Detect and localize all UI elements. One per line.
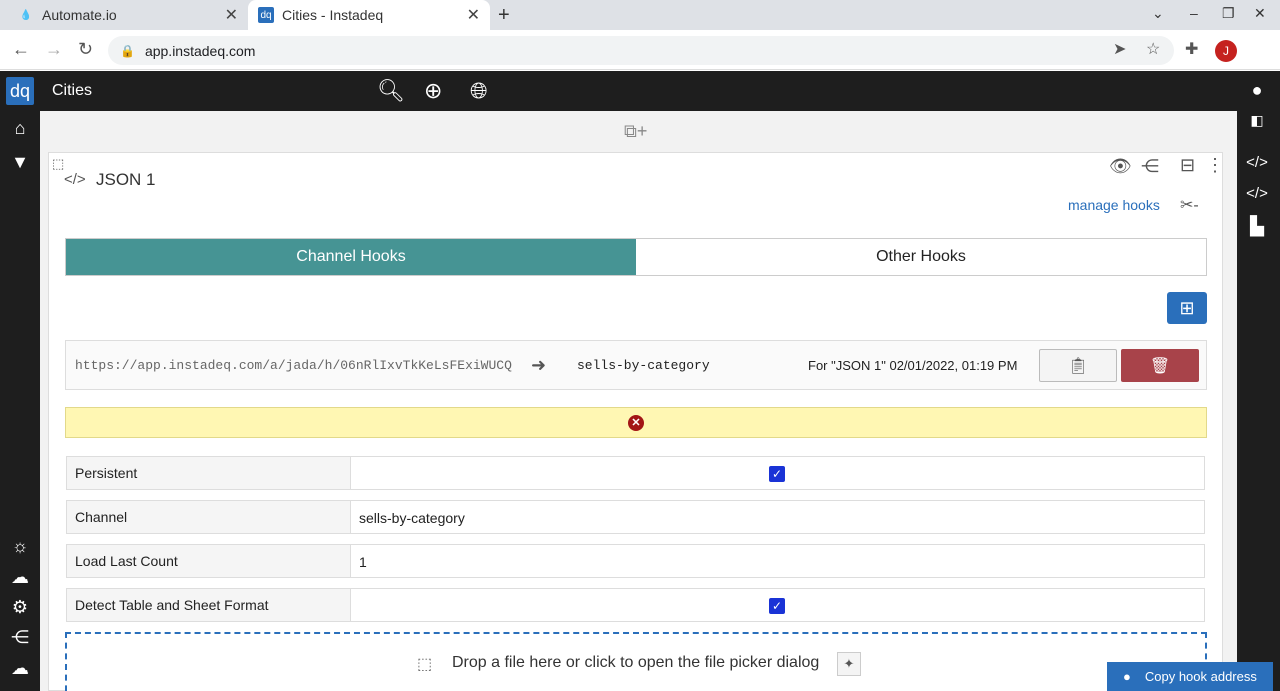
drop-icon: ● <box>1123 669 1131 684</box>
send-icon[interactable]: ➤ <box>1113 39 1126 59</box>
hook-url: https://app.instadeq.com/a/jada/h/06nRlI… <box>75 358 512 373</box>
browser-tab-title: Cities - Instadeq <box>282 7 384 23</box>
file-drop-icon: ⬚ <box>417 656 433 673</box>
restore-icon[interactable]: ❐ <box>1222 5 1235 22</box>
bar-chart-icon[interactable]: ▙ <box>1237 216 1277 237</box>
tools-icon[interactable]: ✂- <box>1180 195 1199 215</box>
copy-hook-address-label: Copy hook address <box>1144 669 1257 684</box>
user-icon[interactable]: ● <box>1237 80 1277 101</box>
arrow-right-icon: ➜ <box>531 355 547 375</box>
drop-icon: 💧 <box>19 9 33 21</box>
back-icon[interactable]: ← <box>12 39 30 60</box>
copy-hook-button[interactable]: 📋︎ <box>1039 349 1117 382</box>
magic-wand-button[interactable]: ✦ <box>837 652 861 676</box>
collapse-panel-icon[interactable]: ◧ <box>1237 112 1277 129</box>
share-icon[interactable]: ⋲ <box>1141 156 1159 177</box>
more-vertical-icon[interactable]: ⋮ <box>1206 155 1224 176</box>
file-dropzone[interactable]: ⬚ Drop a file here or click to open the … <box>65 632 1207 691</box>
share-icon[interactable]: ⋲ <box>0 627 40 648</box>
persistent-label: Persistent <box>67 457 351 489</box>
url-field[interactable]: 🔒 app.instadeq.com <box>108 36 1174 65</box>
eye-icon[interactable]: 👁︎ <box>1109 156 1132 177</box>
clipboard-icon: 📋︎ <box>1067 357 1089 375</box>
new-tab-icon[interactable]: + <box>498 4 510 27</box>
detach-icon[interactable]: ⬚ <box>52 156 64 172</box>
close-icon[interactable]: ✕ <box>467 5 480 25</box>
code-icon[interactable]: </> <box>1237 154 1277 171</box>
page-title: Cities <box>52 82 93 99</box>
minimize-panel-icon[interactable]: ⊟ <box>1180 155 1195 176</box>
browser-tab-title: Automate.io <box>42 7 117 23</box>
app-top-bar <box>40 71 1237 111</box>
code-icon[interactable]: </> <box>1237 185 1277 202</box>
filter-icon[interactable]: ▼ <box>0 152 40 173</box>
profile-avatar[interactable]: J <box>1215 40 1237 62</box>
magic-wand-icon: ✦ <box>843 656 855 671</box>
settings-icon[interactable]: ⚙ <box>0 597 40 618</box>
copy-hook-address-button[interactable]: ● Copy hook address <box>1107 662 1273 691</box>
extensions-icon[interactable]: ✚ <box>1185 39 1198 59</box>
globe-grid-icon[interactable]: 🌐︎ <box>470 78 488 104</box>
add-hook-button[interactable]: ⊞ <box>1167 292 1207 324</box>
reload-icon[interactable]: ↻ <box>78 39 93 60</box>
code-icon: </> <box>64 171 86 188</box>
browser-tab-automate[interactable]: 💧 Automate.io ✕ <box>8 0 248 30</box>
hook-row: https://app.instadeq.com/a/jada/h/06nRlI… <box>65 340 1207 390</box>
star-icon[interactable]: ☆ <box>1146 39 1160 59</box>
url-text: app.instadeq.com <box>144 42 256 59</box>
minimize-icon[interactable]: – <box>1190 5 1198 21</box>
form-row-persistent: Persistent ✓ <box>66 456 1205 490</box>
browser-tab-bar: 💧 Automate.io ✕ dq Cities - Instadeq ✕ +… <box>0 0 1280 30</box>
panel-title: JSON 1 <box>96 170 156 189</box>
cloud-upload-icon[interactable]: ☁ <box>0 658 40 679</box>
lock-icon: 🔒 <box>120 43 135 58</box>
detect-format-label: Detect Table and Sheet Format <box>67 589 351 621</box>
sun-icon[interactable]: ☼ <box>0 536 40 557</box>
manage-hooks-link[interactable]: manage hooks <box>1068 197 1160 213</box>
close-icon[interactable]: ✕ <box>225 5 238 25</box>
load-last-count-label: Load Last Count <box>67 545 351 577</box>
dq-icon: dq <box>258 7 274 23</box>
form-row-detect-format: Detect Table and Sheet Format ✓ <box>66 588 1205 622</box>
form-row-load-last-count: Load Last Count 1 <box>66 544 1205 578</box>
hook-channel: sells-by-category <box>577 358 710 373</box>
hooks-tabs: Channel Hooks Other Hooks <box>65 238 1207 276</box>
forward-icon[interactable]: → <box>45 39 63 60</box>
channel-label: Channel <box>67 501 351 533</box>
persistent-checkbox[interactable]: ✓ <box>769 466 785 482</box>
close-window-icon[interactable]: ✕ <box>1254 5 1266 22</box>
detect-format-checkbox[interactable]: ✓ <box>769 598 785 614</box>
dropzone-text: Drop a file here or click to open the fi… <box>452 654 820 671</box>
cloud-sync-icon[interactable]: ☁ <box>0 567 40 588</box>
error-bar: ✕ <box>65 407 1207 438</box>
address-bar: ← → ↻ 🔒 app.instadeq.com ➤ ☆ ✚ <box>0 30 1280 70</box>
form-row-channel: Channel sells-by-category <box>66 500 1205 534</box>
chevron-down-icon[interactable]: ⌄ <box>1152 5 1164 22</box>
error-icon: ✕ <box>628 414 644 431</box>
trash-icon: 🗑︎ <box>1149 357 1171 375</box>
load-last-count-field[interactable]: 1 <box>359 554 367 570</box>
duplicate-icon[interactable]: ⧉+ <box>624 121 647 142</box>
channel-field[interactable]: sells-by-category <box>359 510 465 526</box>
basket-icon[interactable]: ⌂ <box>0 118 40 139</box>
app-logo[interactable]: dq <box>6 77 34 105</box>
tab-other-hooks[interactable]: Other Hooks <box>636 239 1206 275</box>
browser-tab-cities[interactable]: dq Cities - Instadeq ✕ <box>248 0 490 30</box>
tab-channel-hooks[interactable]: Channel Hooks <box>66 239 636 275</box>
hook-created-info: For "JSON 1" 02/01/2022, 01:19 PM <box>808 358 1018 373</box>
add-circle-icon[interactable]: ⊕ <box>424 78 442 104</box>
delete-hook-button[interactable]: 🗑︎ <box>1121 349 1199 382</box>
search-icon[interactable]: 🔍︎ <box>377 78 405 104</box>
